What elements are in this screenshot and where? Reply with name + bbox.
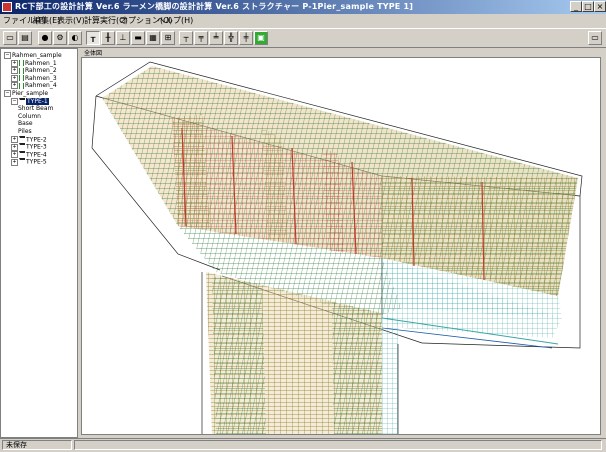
tree-view[interactable]: − Rahmen_sample + Rahmen_1 + Rahmen_2 + Rahmen_… xyxy=(0,48,78,438)
panel-toggle-icon[interactable]: ▭ xyxy=(588,31,602,45)
open-icon[interactable]: ▤ xyxy=(18,31,32,45)
expand-icon[interactable]: + xyxy=(11,82,18,90)
column-view-icon[interactable]: ╫ xyxy=(101,31,115,45)
expand-icon[interactable]: + xyxy=(11,158,18,166)
collapse-icon[interactable]: − xyxy=(11,98,18,106)
tree-item[interactable]: + Rahmen_2 xyxy=(11,67,57,75)
tree-item-label: TYPE-3 xyxy=(26,143,47,151)
tree-item-label: TYPE-5 xyxy=(26,158,47,166)
line-tool-icon[interactable]: ┬ xyxy=(179,31,193,45)
tree-item-label: Short Beam xyxy=(18,105,54,113)
section-view-icon[interactable]: ⊥ xyxy=(116,31,130,45)
frame-tool-icon[interactable]: ╤ xyxy=(194,31,208,45)
maximize-button[interactable]: □ xyxy=(582,1,594,12)
tree-item-label: Rahmen_sample xyxy=(12,52,62,59)
tree-item-label: Base xyxy=(18,120,33,128)
menu-help[interactable]: ヘルプ(H) xyxy=(157,15,193,26)
tree-item-label: Rahmen_4 xyxy=(25,82,57,90)
settings-icon[interactable]: ⚙ xyxy=(53,31,67,45)
tree-item[interactable]: Base xyxy=(18,120,33,127)
tree-item[interactable]: − Pier_sample xyxy=(4,90,48,97)
pier-view-icon[interactable]: ╥ xyxy=(86,31,100,45)
rebar-3d-drawing xyxy=(91,61,583,434)
expand-icon[interactable]: + xyxy=(11,67,18,75)
view-tab[interactable]: 全体図 xyxy=(82,48,105,57)
split-tool-icon[interactable]: ╪ xyxy=(239,31,253,45)
rahmen-icon xyxy=(19,75,24,82)
tool-icon[interactable]: ◐ xyxy=(68,31,82,45)
tree-item[interactable]: Column xyxy=(18,113,41,120)
window-title: RC下部工の設計計算 Ver.6 ラーメン橋脚の設計計算 Ver.6 ストラクチ… xyxy=(15,2,414,11)
tree-item-label: TYPE-4 xyxy=(26,151,47,159)
bracket-tool-icon[interactable]: ╬ xyxy=(224,31,238,45)
rebar-view-icon[interactable]: ⊞ xyxy=(161,31,175,45)
tree-item-label: Column xyxy=(18,112,41,120)
app-icon[interactable] xyxy=(2,2,12,12)
base-view-icon[interactable]: ▬ xyxy=(131,31,145,45)
view-panel: 全体図 xyxy=(79,48,606,438)
collapse-icon[interactable]: − xyxy=(4,90,11,97)
expand-icon[interactable]: + xyxy=(11,59,18,67)
pier-icon xyxy=(19,158,25,166)
status-text: 未保存 xyxy=(2,440,72,450)
tree-item-label: Piles xyxy=(18,128,32,135)
expand-icon[interactable]: + xyxy=(11,151,18,159)
rebar-3d-view[interactable] xyxy=(81,57,601,435)
status-bar: 未保存 xyxy=(0,438,606,452)
tree-item[interactable]: + Rahmen_3 xyxy=(11,74,57,82)
tree-item[interactable]: + Rahmen_1 xyxy=(11,59,57,67)
tree-item[interactable]: + TYPE-5 xyxy=(11,158,47,166)
title-bar: RC下部工の設計計算 Ver.6 ラーメン橋脚の設計計算 Ver.6 ストラクチ… xyxy=(0,0,606,14)
rahmen-icon xyxy=(19,60,24,67)
status-panel xyxy=(74,440,602,450)
beam-tool-icon[interactable]: ╧ xyxy=(209,31,223,45)
expand-icon[interactable]: + xyxy=(11,136,18,144)
expand-icon[interactable]: + xyxy=(11,74,18,82)
tree-item-label: TYPE-1 xyxy=(26,98,49,106)
globe-icon[interactable]: ● xyxy=(38,31,52,45)
tree-item-label: Pier_sample xyxy=(12,90,49,97)
rahmen-icon xyxy=(19,67,24,74)
tree-item-label: Rahmen_1 xyxy=(25,59,57,67)
toolbar: ▭ ▤ ● ⚙ ◐ ╥ ╫ ⊥ ▬ ▦ ⊞ ┬ ╤ ╧ ╬ ╪ ▣ ▭ xyxy=(0,28,606,48)
new-icon[interactable]: ▭ xyxy=(3,31,17,45)
menu-view[interactable]: 表示(V) xyxy=(57,15,85,26)
tree-item-label: Rahmen_3 xyxy=(25,74,57,82)
tree-item[interactable]: Short Beam xyxy=(18,105,53,112)
expand-icon[interactable]: + xyxy=(11,143,18,151)
exit-icon[interactable]: ▣ xyxy=(254,31,268,45)
rahmen-icon xyxy=(19,82,24,89)
tree-item[interactable]: Piles xyxy=(18,128,32,135)
collapse-icon[interactable]: − xyxy=(4,52,11,59)
tree-item[interactable]: + Rahmen_4 xyxy=(11,82,57,90)
tree-item[interactable]: − Rahmen_sample xyxy=(4,52,62,59)
tree-item-label: TYPE-2 xyxy=(26,136,47,144)
tree-item-label: Rahmen_2 xyxy=(25,67,57,75)
menu-bar: ファイル(F) 編集(E) 表示(V) 計算実行(C) オプション(O) ヘルプ… xyxy=(0,14,606,26)
grid-view-icon[interactable]: ▦ xyxy=(146,31,160,45)
close-button[interactable]: × xyxy=(594,1,606,12)
minimize-button[interactable]: _ xyxy=(570,1,582,12)
